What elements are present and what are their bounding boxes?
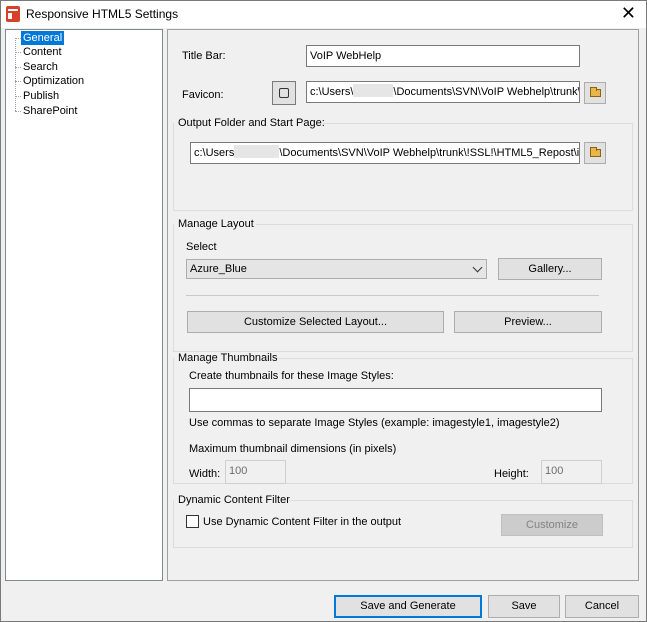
preview-button[interactable]: Preview... xyxy=(454,311,602,333)
image-styles-input[interactable] xyxy=(189,388,602,412)
favicon-label: Favicon: xyxy=(182,89,224,101)
favicon-path-input[interactable]: c:\Users\ \Documents\SVN\VoIP Webhelp\tru… xyxy=(306,81,580,103)
save-button[interactable]: Save xyxy=(488,595,560,618)
favicon-icon xyxy=(279,88,289,98)
image-styles-hint: Use commas to separate Image Styles (exa… xyxy=(189,417,560,429)
app-icon xyxy=(6,6,20,22)
redacted-username xyxy=(353,84,394,97)
height-input[interactable]: 100 xyxy=(541,460,602,484)
tree-connector xyxy=(15,38,16,111)
gallery-button[interactable]: Gallery... xyxy=(498,258,602,280)
favicon-path-prefix: c:\Users\ xyxy=(310,86,354,98)
dynamic-filter-checkbox[interactable] xyxy=(186,515,199,528)
folder-icon xyxy=(590,147,601,157)
window-title: Responsive HTML5 Settings xyxy=(26,7,179,21)
chevron-down-icon xyxy=(472,262,483,273)
folder-icon xyxy=(590,87,601,97)
favicon-path-suffix: \Documents\SVN\VoIP Webhelp\trunk\I xyxy=(393,86,580,98)
output-group xyxy=(173,123,633,211)
customize-layout-button[interactable]: Customize Selected Layout... xyxy=(187,311,444,333)
general-panel: Title Bar: VoIP WebHelp Favicon: c:\User… xyxy=(167,29,639,581)
tree-item-optimization[interactable]: Optimization xyxy=(21,74,86,88)
output-path-suffix: \Documents\SVN\VoIP Webhelp\trunk\!SSL!\… xyxy=(279,147,580,159)
output-path-input[interactable]: c:\Users \Documents\SVN\VoIP Webhelp\trun… xyxy=(190,142,580,164)
tree-item-sharepoint[interactable]: SharePoint xyxy=(21,104,79,118)
layout-divider xyxy=(186,295,599,296)
title-bar-label: Title Bar: xyxy=(182,50,226,62)
title-bar-input[interactable]: VoIP WebHelp xyxy=(306,45,580,67)
layout-select-value: Azure_Blue xyxy=(190,263,247,275)
create-thumbnails-label: Create thumbnails for these Image Styles… xyxy=(189,370,394,382)
redacted-username xyxy=(234,145,280,158)
tree-item-publish[interactable]: Publish xyxy=(21,89,61,103)
height-label: Height: xyxy=(494,468,529,480)
tree-item-content[interactable]: Content xyxy=(21,45,64,59)
width-input[interactable]: 100 xyxy=(225,460,286,484)
tree-item-search[interactable]: Search xyxy=(21,60,60,74)
cancel-button[interactable]: Cancel xyxy=(565,595,639,618)
width-label: Width: xyxy=(189,468,221,480)
close-icon[interactable]: ✕ xyxy=(621,3,636,23)
tree-item-general[interactable]: General xyxy=(21,31,65,45)
output-browse-button[interactable] xyxy=(584,142,606,164)
save-and-generate-button[interactable]: Save and Generate xyxy=(334,595,482,618)
favicon-preview-button[interactable] xyxy=(272,81,296,105)
dynamic-filter-label: Use Dynamic Content Filter in the output xyxy=(203,516,402,528)
layout-select[interactable]: Azure_Blue xyxy=(186,259,487,279)
title-bar: Responsive HTML5 Settings ✕ xyxy=(1,1,646,28)
select-label: Select xyxy=(186,241,217,253)
settings-tree: General Content Search Optimization Publ… xyxy=(5,29,163,581)
output-path-prefix: c:\Users xyxy=(194,147,235,159)
customize-filter-button[interactable]: Customize xyxy=(501,514,603,536)
max-dimensions-label: Maximum thumbnail dimensions (in pixels) xyxy=(189,443,397,455)
settings-dialog: Responsive HTML5 Settings ✕ General Cont… xyxy=(0,0,647,622)
favicon-browse-button[interactable] xyxy=(584,82,606,104)
